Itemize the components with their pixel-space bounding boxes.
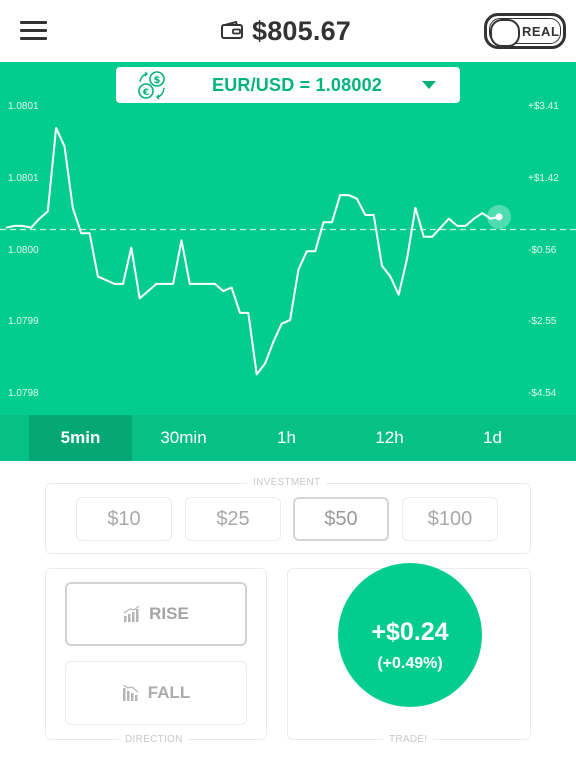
currency-pair-dropdown[interactable]: $ € EUR/USD = 1.08002 xyxy=(116,67,460,103)
balance-amount: $805.67 xyxy=(252,15,351,46)
y-left-tick: 1.0801 xyxy=(8,173,39,184)
investment-option-100[interactable]: $100 xyxy=(402,497,498,541)
direction-label: DIRECTION xyxy=(119,734,189,745)
y-right-tick: -$4.54 xyxy=(528,388,557,399)
fall-label: FALL xyxy=(147,683,191,702)
y-right-tick: -$2.55 xyxy=(528,316,557,327)
top-bar: $805.67 REAL xyxy=(0,0,576,62)
hamburger-menu-icon[interactable] xyxy=(20,20,48,42)
price-line-chart xyxy=(0,127,576,376)
y-left-tick: 1.0799 xyxy=(8,316,39,327)
tab-30min[interactable]: 30min xyxy=(132,415,235,461)
trading-app: $805.67 REAL 1.0801 1.0801 1.0800 1.0799… xyxy=(0,0,576,768)
y-right-tick: -$0.56 xyxy=(528,245,557,256)
trade-profit-amount: +$0.24 xyxy=(371,618,449,646)
fall-button[interactable]: FALL xyxy=(65,661,247,725)
timeframe-tabs: 5min 30min 1h 12h 1d xyxy=(0,415,576,461)
bar-chart-rising-icon xyxy=(123,606,140,622)
y-right-tick: +$1.42 xyxy=(528,173,559,184)
trade-label: TRADE! xyxy=(383,734,434,745)
account-balance: $805.67 xyxy=(220,14,351,48)
svg-text:$: $ xyxy=(154,75,161,86)
trade-profit-percent: (+0.49%) xyxy=(377,655,443,672)
tab-12h[interactable]: 12h xyxy=(338,415,441,461)
price-chart: 1.0801 1.0801 1.0800 1.0799 1.0798 +$3.4… xyxy=(0,62,576,415)
toggle-label: REAL xyxy=(522,24,560,39)
wallet-icon xyxy=(221,21,243,39)
investment-option-50[interactable]: $50 xyxy=(293,497,389,541)
tab-5min[interactable]: 5min xyxy=(29,415,132,461)
y-right-tick: +$3.41 xyxy=(528,101,559,112)
caret-down-icon xyxy=(422,81,436,89)
rise-label: RISE xyxy=(149,604,189,623)
y-left-tick: 1.0801 xyxy=(8,101,39,112)
tab-1d[interactable]: 1d xyxy=(441,415,544,461)
current-price-marker xyxy=(495,213,503,221)
currency-pair-label: EUR/USD = 1.08002 xyxy=(212,75,382,95)
real-account-toggle[interactable]: REAL xyxy=(484,13,566,49)
y-left-tick: 1.0798 xyxy=(8,388,39,399)
price-series-line xyxy=(5,127,500,376)
investment-option-10[interactable]: $10 xyxy=(76,497,172,541)
toggle-knob xyxy=(490,19,520,47)
svg-text:€: € xyxy=(142,88,149,98)
investment-label: INVESTMENT xyxy=(247,477,327,488)
investment-option-25[interactable]: $25 xyxy=(185,497,281,541)
bar-chart-falling-icon xyxy=(122,685,139,701)
currency-exchange-icon: $ € xyxy=(138,71,165,100)
tab-1h[interactable]: 1h xyxy=(235,415,338,461)
y-left-tick: 1.0800 xyxy=(8,245,39,256)
rise-button[interactable]: RISE xyxy=(65,582,247,646)
trade-button[interactable]: +$0.24 (+0.49%) xyxy=(338,563,482,707)
